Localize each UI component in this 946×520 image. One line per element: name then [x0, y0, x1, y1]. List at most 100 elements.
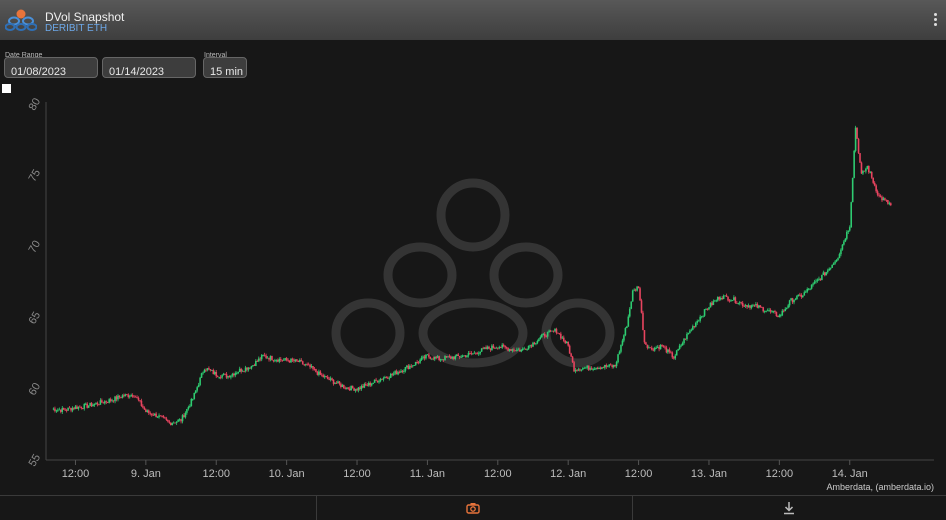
candle: [147, 409, 150, 415]
candle: [426, 353, 429, 356]
candle: [614, 364, 616, 368]
candle: [347, 387, 350, 390]
candle: [860, 161, 863, 174]
candle: [609, 363, 612, 366]
candle: [599, 366, 602, 370]
candle: [884, 197, 886, 201]
candle: [577, 367, 580, 372]
candle: [238, 366, 241, 373]
candle: [769, 308, 772, 314]
candle: [256, 359, 259, 362]
candle: [265, 353, 267, 360]
candle: [692, 324, 694, 331]
candle: [80, 406, 83, 410]
candle: [653, 346, 656, 352]
candle: [410, 364, 413, 368]
candle: [463, 355, 465, 357]
candle: [840, 248, 842, 257]
candle: [98, 404, 100, 406]
candle: [165, 416, 168, 422]
candle: [365, 381, 367, 387]
footer-toolbar: [0, 495, 946, 520]
candle: [725, 293, 728, 297]
candle: [608, 364, 611, 368]
candle: [636, 285, 638, 292]
candle: [112, 400, 115, 403]
candle: [476, 351, 479, 355]
candle: [128, 394, 131, 399]
candle: [353, 387, 355, 391]
candle: [230, 375, 232, 380]
candle: [115, 395, 118, 402]
candle: [674, 353, 677, 361]
candle: [306, 362, 308, 366]
candle: [150, 413, 153, 417]
candle: [243, 370, 245, 373]
candle: [741, 300, 744, 308]
candle: [190, 397, 193, 407]
candle: [109, 397, 112, 403]
chart-credit: Amberdata, (amberdata.io): [826, 482, 934, 492]
x-tick-label: 12:00: [766, 468, 794, 480]
candle: [850, 201, 853, 228]
candle: [240, 367, 242, 374]
candle: [728, 298, 731, 303]
candle: [510, 349, 512, 351]
candle: [659, 344, 662, 350]
candle: [284, 357, 286, 362]
candle: [87, 405, 90, 409]
candle: [759, 305, 762, 308]
candle: [557, 332, 559, 334]
candle: [71, 406, 74, 413]
candle: [835, 259, 838, 263]
candle: [747, 303, 750, 308]
candle: [862, 170, 864, 176]
candle: [381, 378, 383, 380]
candle: [552, 330, 555, 333]
candle: [433, 356, 436, 362]
candle: [595, 367, 597, 371]
candle: [65, 408, 68, 413]
candle: [681, 341, 684, 346]
candle: [310, 363, 313, 369]
candle: [771, 310, 773, 314]
candle: [712, 299, 715, 306]
candle: [766, 308, 769, 312]
candle: [404, 366, 407, 373]
candle: [118, 395, 121, 399]
candle: [821, 274, 823, 281]
candle: [706, 308, 709, 311]
candle: [359, 386, 361, 391]
candle: [865, 167, 867, 174]
candle: [731, 300, 734, 302]
candle: [362, 383, 364, 389]
candle: [782, 309, 785, 313]
candle: [102, 401, 105, 404]
candle: [590, 366, 593, 370]
candle: [124, 393, 127, 397]
candle: [580, 369, 583, 372]
candle: [279, 356, 282, 362]
candle: [225, 372, 228, 379]
candle: [335, 381, 338, 384]
candle: [612, 364, 615, 369]
candle: [300, 358, 303, 362]
candle: [322, 373, 325, 378]
candle: [780, 313, 782, 318]
candle: [259, 357, 262, 362]
candle: [749, 305, 751, 310]
candle: [341, 383, 344, 388]
candle: [123, 393, 125, 398]
camera-icon[interactable]: [466, 502, 480, 514]
download-icon[interactable]: [782, 501, 796, 515]
candle: [338, 381, 341, 386]
candle: [296, 359, 298, 362]
candle: [601, 366, 603, 370]
candle: [297, 360, 300, 363]
candle: [565, 340, 568, 344]
candle: [244, 365, 247, 373]
candle: [70, 407, 72, 413]
candle: [554, 328, 556, 333]
candle: [194, 390, 197, 394]
candle: [281, 359, 284, 362]
